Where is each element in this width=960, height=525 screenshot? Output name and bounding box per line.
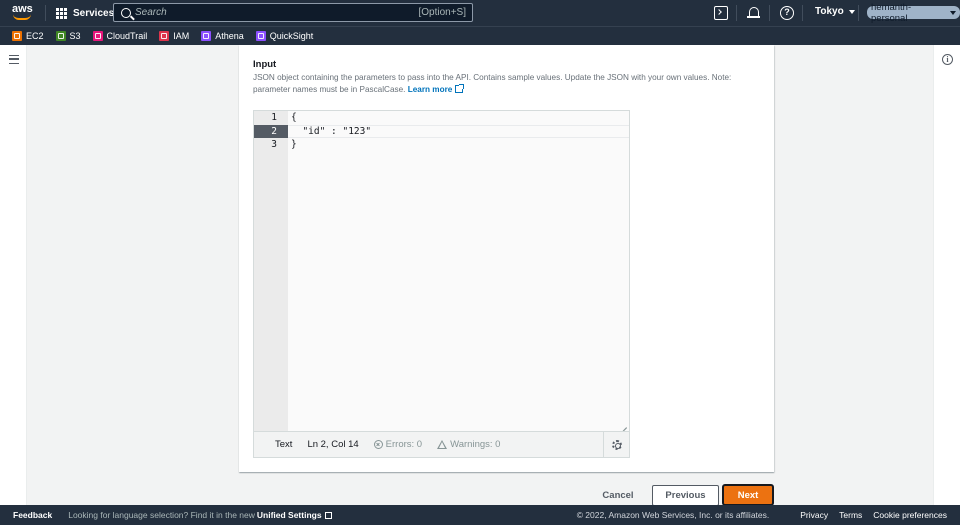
favorite-label: Athena <box>215 31 244 41</box>
favorites-bar: EC2 S3 CloudTrail IAM Athena QuickSight <box>0 26 960 45</box>
external-link-icon <box>455 83 465 93</box>
unified-settings-link[interactable]: Unified Settings <box>257 510 322 520</box>
line-number: 1 <box>271 112 277 123</box>
iam-icon <box>159 31 170 41</box>
line-code: } <box>291 139 297 150</box>
warnings-count: Warnings: 0 <box>450 439 501 450</box>
language-notice: Looking for language selection? Find it … <box>68 510 255 520</box>
gear-icon <box>611 439 622 450</box>
terms-link[interactable]: Terms <box>839 510 862 520</box>
favorite-label: EC2 <box>26 31 44 41</box>
cancel-button[interactable]: Cancel <box>596 487 640 505</box>
external-link-icon <box>324 511 332 519</box>
info-icon[interactable]: i <box>942 54 953 65</box>
region-selector[interactable]: Tokyo <box>815 6 855 17</box>
grid-icon <box>56 7 67 19</box>
cursor-position: Ln 2, Col 14 <box>307 439 359 450</box>
favorite-ec2[interactable]: EC2 <box>12 31 44 41</box>
favorite-iam[interactable]: IAM <box>159 31 189 41</box>
favorite-cloudtrail[interactable]: CloudTrail <box>92 31 148 41</box>
account-label: hemanth-personal <box>871 1 912 24</box>
favorite-quicksight[interactable]: QuickSight <box>255 31 314 41</box>
line-code: { <box>291 112 297 123</box>
warnings-indicator[interactable]: Warnings: 0 <box>437 439 500 450</box>
account-menu[interactable]: hemanth-personal <box>867 2 960 24</box>
input-title: Input <box>253 59 277 70</box>
right-side-rail <box>933 45 960 505</box>
next-button[interactable]: Next <box>722 484 774 506</box>
errors-count: Errors: 0 <box>385 439 423 450</box>
footer-right: © 2022, Amazon Web Services, Inc. or its… <box>577 505 947 525</box>
json-editor[interactable]: 1 { 2 "id" : "123" 3 } Text Ln 2, Col 14… <box>253 110 630 458</box>
ec2-icon <box>12 31 22 41</box>
hamburger-menu-icon[interactable] <box>9 55 19 64</box>
line-number: 2 <box>254 124 288 138</box>
favorite-label: S3 <box>69 31 81 41</box>
region-label: Tokyo <box>815 6 844 17</box>
cloudtrail-icon <box>92 31 103 41</box>
line-code: "id" : "123" <box>291 125 372 137</box>
code-area[interactable] <box>288 111 629 431</box>
code-line: 3 } <box>254 138 631 152</box>
favorite-s3[interactable]: S3 <box>55 31 81 41</box>
code-line-active: 2 "id" : "123" <box>254 124 631 138</box>
aws-logo[interactable]: aws <box>12 3 34 23</box>
copyright-text: © 2022, Amazon Web Services, Inc. or its… <box>576 510 770 520</box>
input-description: JSON object containing the parameters to… <box>253 72 753 95</box>
editor-settings-button[interactable] <box>603 432 629 457</box>
input-card: Input JSON object containing the paramet… <box>239 45 774 472</box>
input-description-text: JSON object containing the parameters to… <box>253 73 732 94</box>
learn-more-link[interactable]: Learn more <box>408 85 453 94</box>
privacy-link[interactable]: Privacy <box>800 510 828 520</box>
error-circle-icon <box>373 440 383 449</box>
previous-button[interactable]: Previous <box>652 485 719 506</box>
code-line: 1 { <box>254 111 631 125</box>
editor-mode: Text <box>275 439 293 450</box>
line-number-gutter <box>254 111 288 431</box>
bell-icon[interactable] <box>747 6 761 20</box>
left-side-rail <box>0 45 27 505</box>
warning-icon <box>437 440 448 449</box>
cloudshell-icon[interactable] <box>714 6 728 20</box>
search-icon <box>121 7 131 18</box>
athena-icon <box>201 31 212 41</box>
favorite-label: CloudTrail <box>106 31 148 41</box>
s3-icon <box>55 31 66 41</box>
help-icon[interactable]: ? <box>780 6 794 20</box>
search-shortcut: [Option+S] <box>418 7 466 18</box>
nav-divider <box>736 5 737 21</box>
aws-logo-smile <box>13 14 31 20</box>
favorite-athena[interactable]: Athena <box>201 31 244 41</box>
search-input[interactable] <box>131 7 419 18</box>
caret-down-icon <box>848 9 855 14</box>
footer: Feedback Looking for language selection?… <box>0 505 960 525</box>
quicksight-icon <box>255 31 266 41</box>
services-label: Services <box>73 7 115 19</box>
favorite-label: IAM <box>173 31 190 41</box>
nav-divider <box>769 5 770 21</box>
line-number: 3 <box>271 139 277 150</box>
resize-handle[interactable] <box>619 420 627 428</box>
nav-divider <box>802 5 803 21</box>
errors-indicator[interactable]: Errors: 0 <box>373 439 423 450</box>
search-box[interactable]: [Option+S] <box>113 3 473 22</box>
feedback-link[interactable]: Feedback <box>13 510 52 520</box>
top-navigation: aws Services [Option+S] ? Tokyo hemanth-… <box>0 0 960 26</box>
cookie-preferences-link[interactable]: Cookie preferences <box>873 510 947 520</box>
editor-status-bar: Text Ln 2, Col 14 Errors: 0 Warnings: 0 <box>254 431 629 457</box>
caret-down-icon <box>950 10 956 15</box>
nav-divider <box>45 5 46 21</box>
favorite-label: QuickSight <box>269 31 314 41</box>
services-menu-button[interactable]: Services <box>56 5 114 21</box>
nav-divider <box>858 5 859 21</box>
